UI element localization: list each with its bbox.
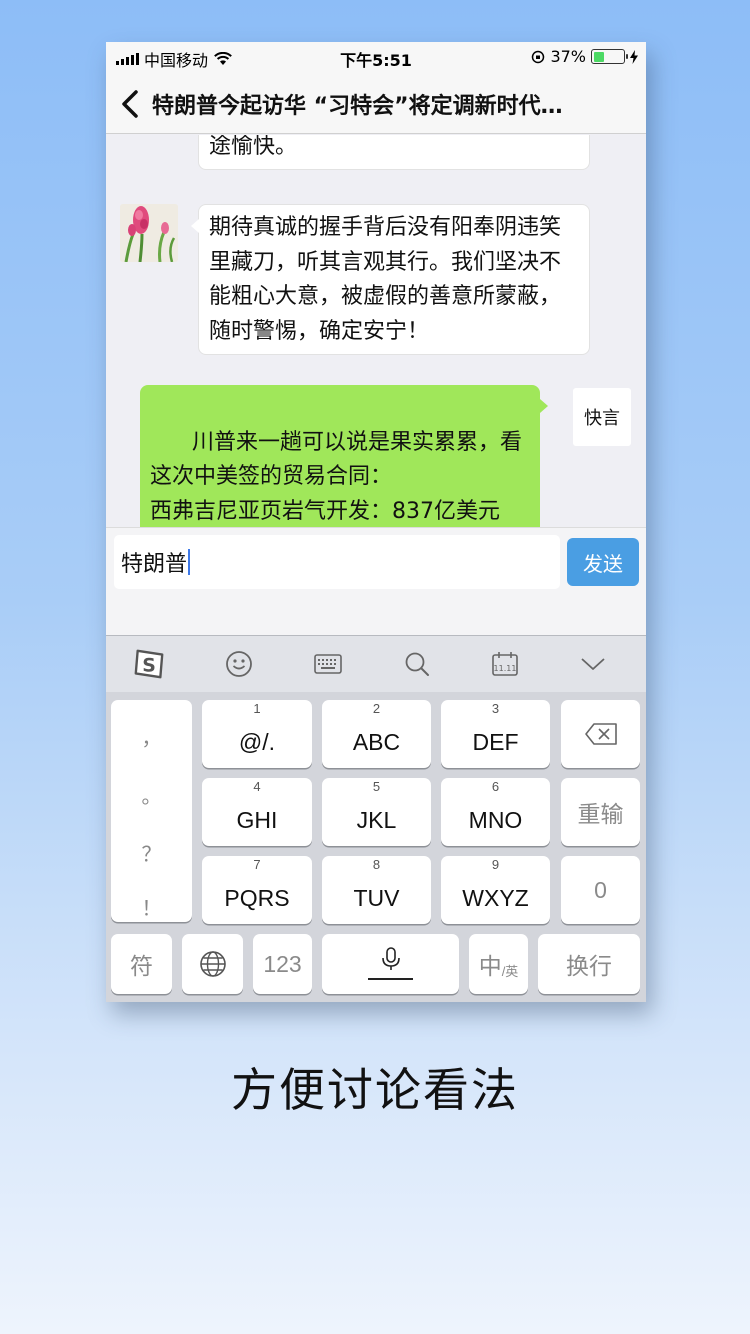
message-text: 川普来一趟可以说是果实累累，看这次中美签的贸易合同： 西弗吉尼亚页岩气开发：83… (150, 429, 522, 524)
enter-key[interactable]: 换行 (538, 934, 640, 994)
user-avatar[interactable] (120, 204, 178, 262)
send-button[interactable]: 发送 (567, 538, 639, 586)
key-label: PQRS (224, 884, 290, 911)
keyboard-icon[interactable] (311, 648, 345, 680)
input-bar: 特朗普 发送 (106, 527, 646, 635)
input-value: 特朗普 (121, 552, 188, 577)
promo-caption: 方便讨论看法 (231, 1063, 519, 1117)
key-number: 3 (491, 701, 500, 716)
avatar-label: 快言 (584, 408, 620, 429)
message-bubble: 途愉快。 (198, 135, 590, 170)
svg-text:11.11: 11.11 (494, 664, 517, 673)
lang-main-label: 中 (478, 953, 502, 979)
key-number: 8 (372, 857, 381, 872)
battery-icon (591, 49, 628, 64)
key-label: @/. (238, 728, 276, 755)
number-mode-key[interactable]: 123 (253, 934, 312, 994)
symbol-key[interactable]: 符 (111, 934, 172, 994)
text-caret (188, 549, 191, 575)
key-number: 9 (491, 857, 500, 872)
key-5[interactable]: 5 JKL (322, 778, 431, 846)
punct-comma[interactable]: ， (111, 722, 192, 751)
rotation-lock-icon (532, 50, 545, 63)
key-9[interactable]: 9 WXYZ (441, 856, 550, 924)
reinput-key[interactable]: 重输 (561, 778, 640, 846)
key-8[interactable]: 8 TUV (322, 856, 431, 924)
flower-avatar-icon (120, 204, 178, 262)
message-input[interactable]: 特朗普 (114, 535, 560, 589)
space-bar-line (368, 978, 413, 980)
message-text: 途愉快。 (209, 135, 298, 159)
key-label: DEF (472, 728, 519, 755)
key-number: 2 (372, 701, 381, 716)
microphone-icon (381, 947, 400, 970)
svg-text:S: S (142, 655, 156, 677)
key-6[interactable]: 6 MNO (441, 778, 550, 846)
keyboard: S 11.11 ， 。 ？ ！ 1 @/. 2 ABC 3 DEF 4 GHI … (106, 635, 646, 1002)
globe-icon (199, 951, 226, 977)
message-text: 期待真诚的握手背后没有阳奉阴违笑里藏刀，听其言观其行。我们坚决不能粗心大意，被虚… (209, 215, 562, 344)
punct-question[interactable]: ？ (111, 838, 192, 867)
key-7[interactable]: 7 PQRS (202, 856, 312, 924)
punctuation-column[interactable]: ， 。 ？ ！ (111, 700, 192, 922)
key-3[interactable]: 3 DEF (441, 700, 550, 768)
voice-key[interactable] (322, 934, 459, 994)
punct-exclaim[interactable]: ！ (111, 892, 192, 921)
keyboard-toolbar: S 11.11 (106, 636, 646, 692)
charging-bolt-icon (630, 49, 638, 64)
language-toggle-key[interactable]: 中/英 (469, 934, 528, 994)
key-number: 7 (253, 857, 261, 872)
backspace-icon (584, 723, 617, 745)
battery-fill (593, 51, 605, 62)
key-1[interactable]: 1 @/. (202, 700, 312, 768)
key-label: ABC (352, 728, 401, 755)
key-number: 1 (253, 701, 261, 716)
key-2[interactable]: 2 ABC (322, 700, 431, 768)
collapse-keyboard-icon[interactable] (576, 648, 610, 680)
backspace-key[interactable] (561, 700, 640, 768)
key-number: 5 (372, 779, 381, 794)
key-0[interactable]: 0 (561, 856, 640, 924)
my-message-bubble: 川普来一趟可以说是果实累累，看这次中美签的贸易合同： 西弗吉尼亚页岩气开发：83… (140, 385, 548, 527)
nav-bar: 特朗普今起访华 “习特会”将定调新时代… (106, 72, 646, 134)
chat-area[interactable]: 途愉快。 期待真诚的握手背后没有阳奉阴违笑里藏刀，听其言观其行。我们坚决不能粗心… (106, 135, 646, 527)
back-chevron-icon[interactable] (116, 84, 146, 124)
key-number: 4 (253, 779, 261, 794)
search-icon[interactable] (400, 648, 434, 680)
sogou-logo-icon[interactable]: S (132, 648, 166, 680)
key-label: JKL (356, 806, 397, 833)
emoji-icon[interactable] (222, 648, 256, 680)
key-label: TUV (353, 884, 400, 911)
key-label: MNO (468, 806, 523, 833)
page-title: 特朗普今起访华 “习特会”将定调新时代… (152, 94, 563, 119)
phone-screen: 中国移动 下午5:51 37% 特朗普今起访华 “习特会”将定调新时代… 途愉快… (106, 42, 646, 1002)
key-label: GHI (236, 806, 278, 833)
lang-sub-label: /英 (501, 963, 519, 979)
calendar-icon[interactable]: 11.11 (488, 648, 522, 680)
punct-period[interactable]: 。 (111, 780, 192, 809)
my-avatar[interactable]: 快言 (573, 388, 631, 446)
key-4[interactable]: 4 GHI (202, 778, 312, 846)
status-right: 37% (531, 47, 638, 66)
globe-key[interactable] (182, 934, 243, 994)
status-bar: 中国移动 下午5:51 37% (106, 42, 646, 72)
message-bubble: 期待真诚的握手背后没有阳奉阴违笑里藏刀，听其言观其行。我们坚决不能粗心大意，被虚… (191, 204, 590, 355)
key-number: 6 (491, 779, 500, 794)
key-label: WXYZ (462, 884, 529, 911)
battery-percent: 37% (550, 47, 586, 66)
